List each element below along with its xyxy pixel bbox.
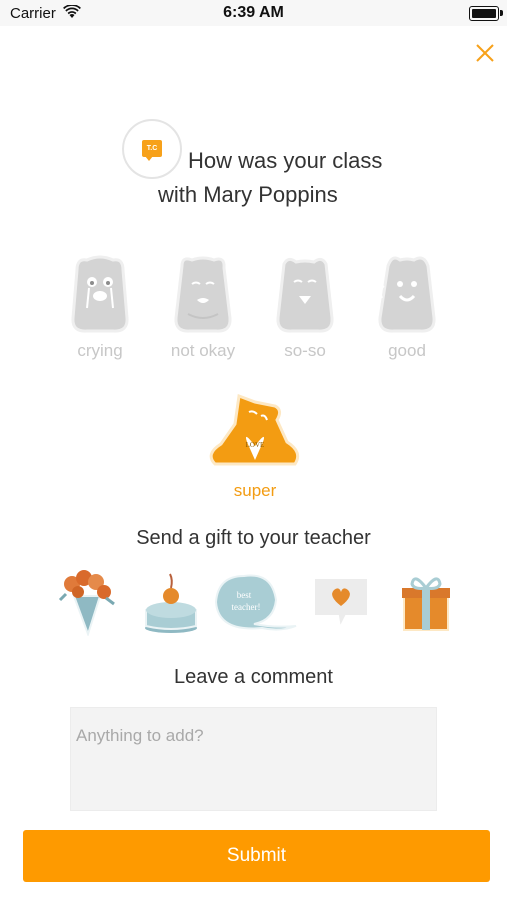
gift-flowers[interactable] (56, 570, 118, 638)
good-bear-icon (378, 256, 436, 333)
super-love-bear-icon: LOVE (209, 393, 300, 466)
close-icon (476, 44, 494, 62)
rating-option-super[interactable]: LOVE super (200, 390, 310, 501)
submit-button[interactable]: Submit (23, 830, 490, 882)
rating-option-good[interactable]: good (371, 252, 443, 361)
battery-icon (469, 6, 503, 21)
status-bar: Carrier 6:39 AM (0, 0, 507, 26)
rating-label-not-okay: not okay (170, 341, 236, 360)
heart-card-icon (313, 577, 369, 632)
best-teacher-text-line2: teacher! (232, 602, 261, 612)
close-button[interactable] (470, 38, 500, 68)
flower-bouquet-icon (58, 570, 115, 638)
rating-option-crying[interactable]: crying (64, 252, 136, 361)
rating-label-super: super (233, 481, 277, 500)
rating-option-not-okay[interactable]: not okay (167, 252, 239, 361)
gift-cake[interactable] (140, 570, 202, 636)
status-time: 6:39 AM (223, 4, 284, 21)
question-title-line1: How was your class (188, 148, 383, 173)
crying-bear-icon (71, 255, 129, 333)
not-okay-bear-icon (174, 256, 232, 333)
cake-icon (145, 573, 197, 633)
teacher-avatar: T.C (122, 119, 182, 179)
rating-label-so-so: so-so (284, 341, 326, 360)
gift-best-teacher[interactable]: best teacher! (214, 570, 298, 636)
question-title-line2: with Mary Poppins (158, 182, 338, 207)
gift-section-title: Send a gift to your teacher (136, 527, 371, 549)
comment-input[interactable] (70, 707, 437, 811)
best-teacher-bubble-icon: best teacher! (214, 574, 297, 631)
gift-present-box[interactable] (394, 570, 456, 636)
gift-box-icon (402, 577, 450, 631)
avatar-badge: T.C (142, 140, 162, 161)
rating-label-crying: crying (77, 341, 123, 360)
rating-option-so-so[interactable]: so-so (269, 252, 341, 361)
best-teacher-text-line1: best (237, 590, 252, 600)
rating-label-good: good (388, 341, 426, 360)
love-heart-text: LOVE (246, 441, 265, 449)
comment-section-title: Leave a comment (174, 666, 333, 688)
gift-heart-card[interactable] (310, 570, 372, 636)
so-so-bear-icon (276, 257, 334, 333)
